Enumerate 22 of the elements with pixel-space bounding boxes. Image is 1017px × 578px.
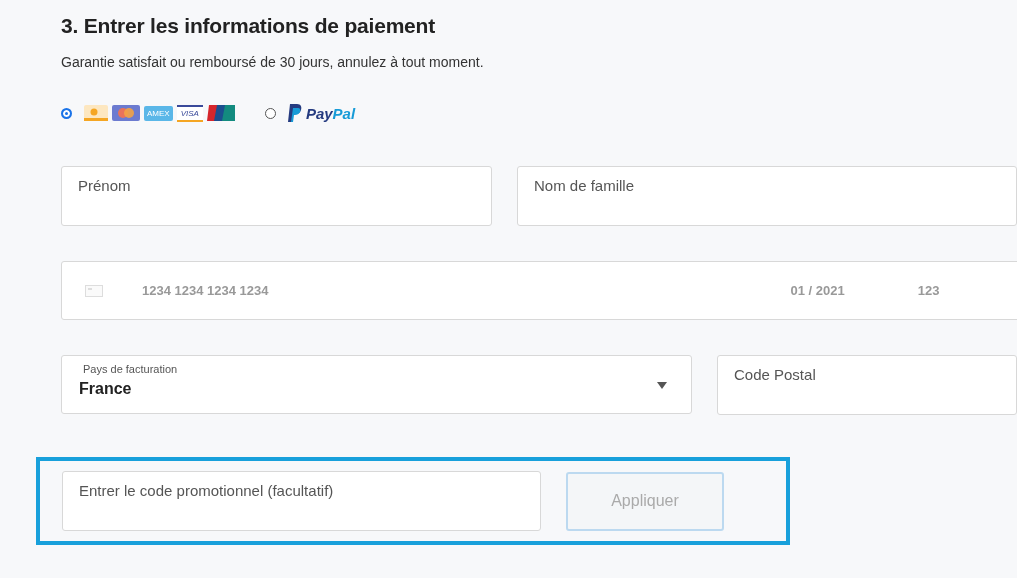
name-field[interactable]: Nom de famille	[517, 166, 1017, 226]
card-icon	[84, 105, 108, 121]
country-label: Pays de facturation	[83, 363, 179, 375]
country-value: France	[79, 380, 132, 398]
visa-logo: VISA	[176, 104, 203, 122]
section-heading: 3. Entrer les informations de paiement	[61, 14, 436, 38]
card-icon	[85, 284, 103, 297]
paypal-icon	[287, 104, 302, 122]
paypal-logo: PayPal	[305, 104, 356, 122]
radio-button[interactable]	[61, 107, 72, 119]
guarantee-text: Garantie satisfait ou remboursé de 30 jours, annulez à tout moment.	[61, 54, 485, 70]
expiry-placeholder: 01 / 2021	[790, 283, 845, 298]
card-details-field[interactable]: 1234 1234 1234 1234 01 / 2021 123	[61, 261, 1017, 320]
caret-icon	[657, 382, 667, 389]
cvc-placeholder: 123	[917, 283, 940, 298]
amex-logo: AMEX	[144, 105, 173, 121]
name-field[interactable]: Prénom	[61, 166, 492, 226]
country-select[interactable]: Pays de facturation France	[61, 355, 692, 414]
mastercard-icon	[112, 105, 140, 121]
postal-code-field[interactable]: Code Postal	[717, 355, 1017, 415]
card-number-placeholder: 1234 1234 1234 1234	[142, 283, 269, 298]
radio-button[interactable]	[264, 107, 276, 119]
